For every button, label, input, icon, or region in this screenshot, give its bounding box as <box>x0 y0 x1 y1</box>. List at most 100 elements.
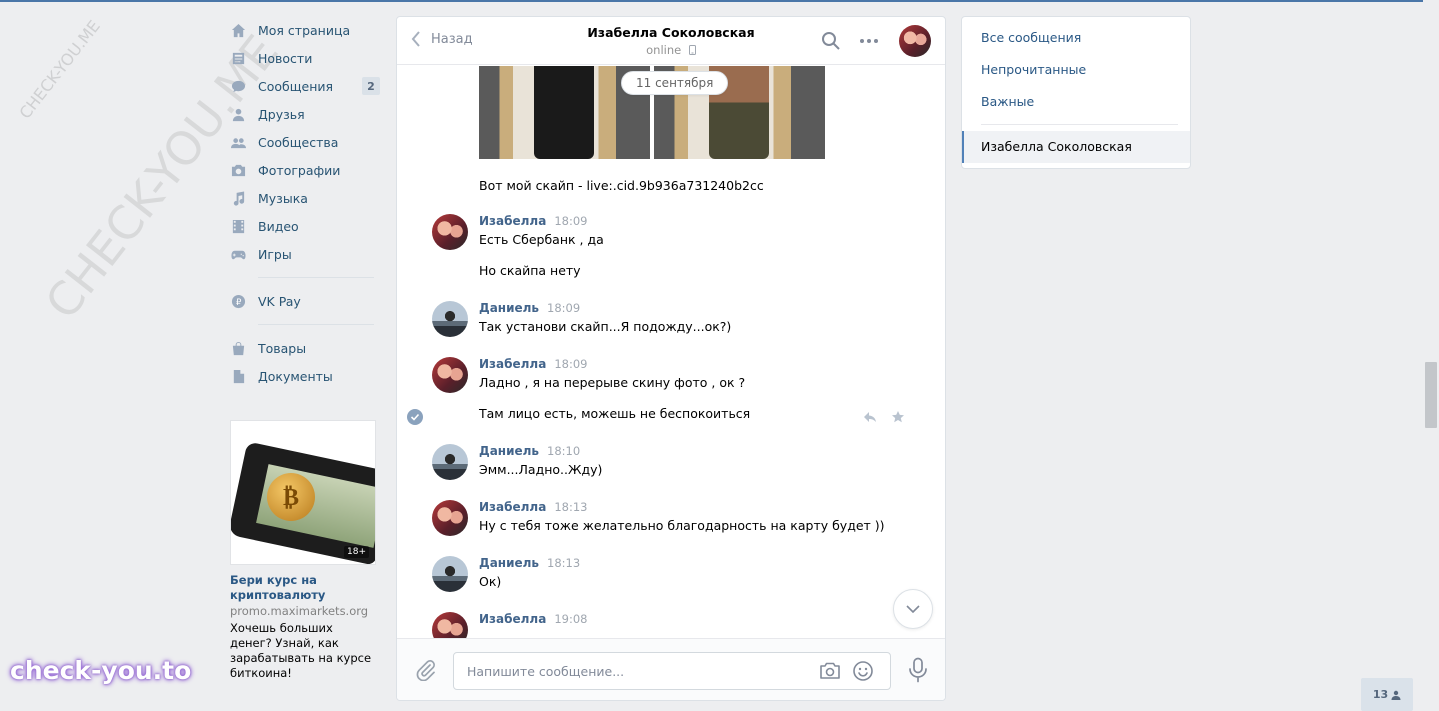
message-history[interactable]: 11 сентября Вот мой скайп - live:.cid.9b… <box>397 66 945 638</box>
nav-item-vkpay[interactable]: ₽ VK Pay <box>230 287 376 315</box>
nav-item-label: Фотографии <box>258 162 341 178</box>
message-text: Там лицо есть, можешь не беспокоиться <box>479 406 751 421</box>
nav-item-music[interactable]: Музыка <box>230 184 376 212</box>
nav-item-label: Друзья <box>258 106 305 122</box>
message-composer <box>397 638 945 700</box>
back-button[interactable]: Назад <box>411 31 473 47</box>
ad-domain: promo.maximarkets.org <box>230 604 369 618</box>
mobile-icon <box>688 45 696 55</box>
nav-item-label: Видео <box>258 218 299 234</box>
filter-divider <box>981 124 1178 125</box>
avatar[interactable] <box>432 301 468 337</box>
peer-status-text: online <box>646 43 682 57</box>
home-icon <box>230 22 246 38</box>
ad-title[interactable]: Бери курс на криптовалюту <box>230 573 376 603</box>
star-icon[interactable] <box>891 410 905 424</box>
nav-item-label: Игры <box>258 246 292 262</box>
avatar[interactable] <box>432 612 468 638</box>
bitcoin-icon: ₿ <box>267 473 315 521</box>
microphone-icon[interactable] <box>907 657 929 683</box>
nav-item-news[interactable]: Новости <box>230 44 376 72</box>
nav-item-label: Сообщества <box>258 134 339 150</box>
message-time: 18:13 <box>547 556 581 570</box>
more-icon[interactable] <box>859 31 879 51</box>
nav-item-label: Моя страница <box>258 22 351 38</box>
chat-header: Назад Изабелла Соколовская online <box>397 17 945 65</box>
nav-item-messages[interactable]: Сообщения 2 <box>230 72 380 100</box>
sender-name[interactable]: Даниель 18:13 <box>479 556 580 570</box>
active-conversation-tab[interactable]: Изабелла Соколовская <box>962 131 1190 163</box>
left-nav: Моя страница Новости Сообщения 2 Друзья … <box>230 16 380 390</box>
top-accent-line <box>0 0 1423 2</box>
message-time: 19:08 <box>554 612 588 626</box>
message-text: Ок) <box>479 574 502 589</box>
ad-text: Хочешь больших денег? Узнай, как зарабат… <box>230 621 372 680</box>
date-separator: 11 сентября <box>621 71 729 95</box>
watermark-brand-text: check-you.to <box>10 656 192 685</box>
avatar[interactable] <box>432 214 468 250</box>
avatar[interactable] <box>432 500 468 536</box>
sender-name[interactable]: Изабелла 18:09 <box>479 357 587 371</box>
online-friends-counter[interactable]: 13 <box>1361 678 1413 711</box>
nav-item-photos[interactable]: Фотографии <box>230 156 376 184</box>
ad-image[interactable]: ₿ 18+ <box>230 420 376 565</box>
nav-item-label: Музыка <box>258 190 308 206</box>
sidebar-ad[interactable]: ₿ 18+ Бери курс на криптовалюту promo.ma… <box>230 420 376 681</box>
chevron-left-icon <box>411 31 420 47</box>
sender-name[interactable]: Изабелла 18:13 <box>479 500 587 514</box>
nav-item-games[interactable]: Игры <box>230 240 376 268</box>
message-text: Вот мой скайп - live:.cid.9b936a731240b2… <box>479 178 764 193</box>
video-icon <box>230 218 246 234</box>
watermark-brand: check-you.to <box>10 656 200 702</box>
document-icon <box>230 368 246 384</box>
reply-icon[interactable] <box>863 410 877 424</box>
message-time: 18:09 <box>547 301 581 315</box>
avatar[interactable] <box>432 444 468 480</box>
sender-name[interactable]: Даниель 18:10 <box>479 444 580 458</box>
back-label: Назад <box>431 31 473 47</box>
nav-item-label: Новости <box>258 50 313 66</box>
paperclip-icon[interactable] <box>415 659 437 681</box>
camera-icon[interactable] <box>819 660 841 682</box>
emoji-icon[interactable] <box>852 660 874 682</box>
sender-name[interactable]: Изабелла 18:09 <box>479 214 587 228</box>
avatar[interactable] <box>432 556 468 592</box>
message-time: 18:10 <box>547 444 581 458</box>
nav-divider <box>258 324 374 325</box>
peer-avatar[interactable] <box>899 25 931 57</box>
nav-item-label: Товары <box>258 340 307 356</box>
filter-all-messages[interactable]: Все сообщения <box>962 22 1190 54</box>
nav-item-goods[interactable]: Товары <box>230 334 376 362</box>
peer-name[interactable]: Изабелла Соколовская <box>587 25 754 40</box>
message-text: Но скайпа нету <box>479 263 581 278</box>
nav-item-my-page[interactable]: Моя страница <box>230 16 376 44</box>
avatar[interactable] <box>432 357 468 393</box>
scroll-to-bottom-button[interactable] <box>893 589 933 629</box>
music-icon <box>230 190 246 206</box>
sender-name[interactable]: Даниель 18:09 <box>479 301 580 315</box>
nav-item-groups[interactable]: Сообщества <box>230 128 376 156</box>
nav-item-friends[interactable]: Друзья <box>230 100 376 128</box>
nav-item-label: Сообщения <box>258 78 334 94</box>
search-icon[interactable] <box>821 31 841 51</box>
messages-icon <box>230 78 246 94</box>
sender-name[interactable]: Изабелла 19:08 <box>479 612 587 626</box>
watermark-small: CHECK-YOU.ME <box>15 16 104 123</box>
nav-item-label: Документы <box>258 368 333 384</box>
chevron-down-icon <box>906 605 920 613</box>
nav-item-documents[interactable]: Документы <box>230 362 376 390</box>
camera-icon <box>230 162 246 178</box>
filter-important[interactable]: Важные <box>962 86 1190 118</box>
selected-check-icon[interactable] <box>407 409 423 425</box>
user-icon <box>1391 690 1401 700</box>
page-scrollbar-thumb[interactable] <box>1425 362 1437 428</box>
games-icon <box>230 246 246 262</box>
nav-item-label: VK Pay <box>258 293 301 309</box>
messages-count-badge: 2 <box>362 77 380 95</box>
nav-divider <box>258 277 374 278</box>
groups-icon <box>230 134 246 150</box>
nav-item-video[interactable]: Видео <box>230 212 376 240</box>
message-time: 18:09 <box>554 357 588 371</box>
message-text: Есть Сбербанк , да <box>479 232 604 247</box>
filter-unread[interactable]: Непрочитанные <box>962 54 1190 86</box>
